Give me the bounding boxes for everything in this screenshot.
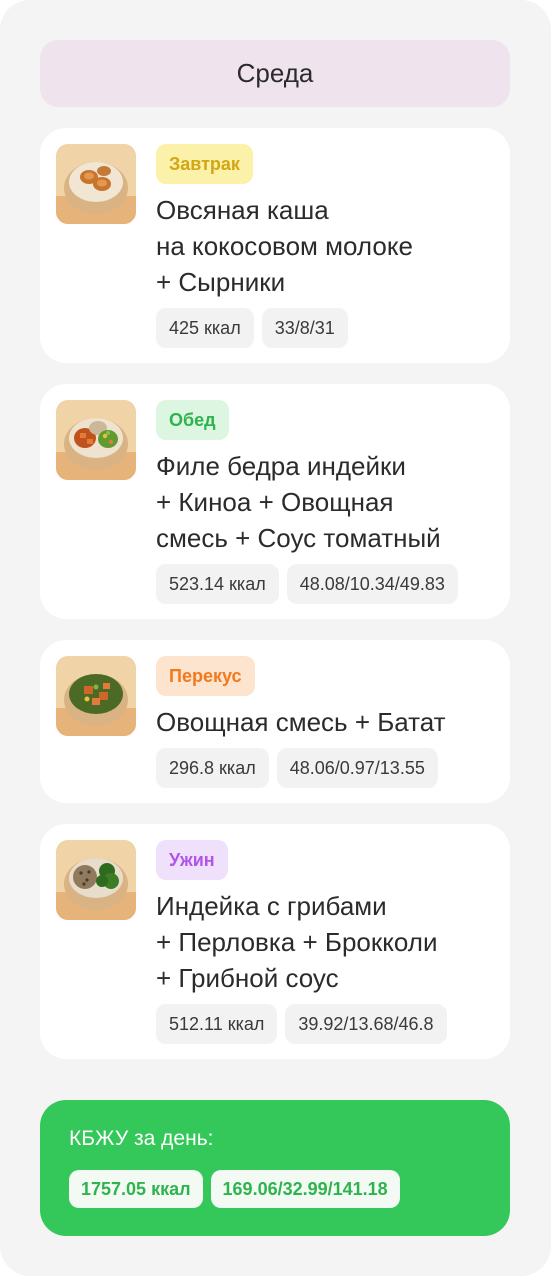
turkey-barley-broccoli-bowl-icon: [56, 840, 136, 920]
meal-card-dinner[interactable]: Ужин Индейка с грибами + Перловка + Брок…: [40, 824, 510, 1059]
meal-macros-chip: 33/8/31: [261, 308, 348, 348]
meal-tag-breakfast: Завтрак: [156, 144, 253, 184]
meal-card-snack[interactable]: Перекус Овощная смесь + Батат 296.8 ккал…: [40, 640, 510, 803]
meal-kcal-chip: 425 ккал: [156, 308, 254, 348]
turkey-quinoa-bowl-icon: [56, 400, 136, 480]
day-header: Среда: [40, 40, 510, 107]
meal-card-breakfast[interactable]: Завтрак Овсяная каша на кокосовом молоке…: [40, 128, 510, 363]
meal-card-lunch[interactable]: Обед Филе бедра индейки + Киноа + Овощна…: [40, 384, 510, 619]
meal-title-line: смесь + Соус томатный: [156, 523, 441, 553]
meal-tag-dinner: Ужин: [156, 840, 228, 880]
meal-macros-chip: 48.06/0.97/13.55: [276, 748, 438, 788]
meal-title: Овощная смесь + Батат: [156, 704, 500, 740]
meal-tag-snack: Перекус: [156, 656, 255, 696]
meal-title: Овсяная каша на кокосовом молоке + Сырни…: [156, 192, 500, 300]
meal-title: Филе бедра индейки + Киноа + Овощная сме…: [156, 448, 500, 556]
oatmeal-bowl-icon: [56, 144, 136, 224]
meal-tag-lunch: Обед: [156, 400, 229, 440]
meal-title: Индейка с грибами + Перловка + Брокколи …: [156, 888, 500, 996]
meal-kcal-chip: 296.8 ккал: [156, 748, 269, 788]
meal-title-line: Овощная смесь + Батат: [156, 707, 446, 737]
meal-title-line: + Киноа + Овощная: [156, 487, 394, 517]
meal-title-line: + Сырники: [156, 267, 286, 297]
meal-title-line: Филе бедра индейки: [156, 451, 406, 481]
meal-title-line: + Грибной соус: [156, 963, 339, 993]
day-title: Среда: [236, 58, 314, 88]
meal-title-line: + Перловка + Брокколи: [156, 927, 438, 957]
daily-summary-title: КБЖУ за день:: [69, 1127, 214, 1150]
meal-macros-chip: 39.92/13.68/46.8: [285, 1004, 447, 1044]
day-menu-screen: Среда Завтрак Овсяная каша на кокосовом …: [0, 0, 551, 1276]
meal-title-line: Индейка с грибами: [156, 891, 387, 921]
meal-kcal-chip: 523.14 ккал: [156, 564, 279, 604]
daily-kcal-chip: 1757.05 ккал: [69, 1170, 203, 1208]
meal-title-line: на кокосовом молоке: [156, 231, 413, 261]
daily-macros-chip: 169.06/32.99/141.18: [210, 1170, 400, 1208]
daily-summary-card: КБЖУ за день: 1757.05 ккал 169.06/32.99/…: [40, 1100, 510, 1236]
meal-title-line: Овсяная каша: [156, 195, 329, 225]
meal-kcal-chip: 512.11 ккал: [156, 1004, 278, 1044]
meal-macros-chip: 48.08/10.34/49.83: [286, 564, 458, 604]
vegetable-sweet-potato-bowl-icon: [56, 656, 136, 736]
